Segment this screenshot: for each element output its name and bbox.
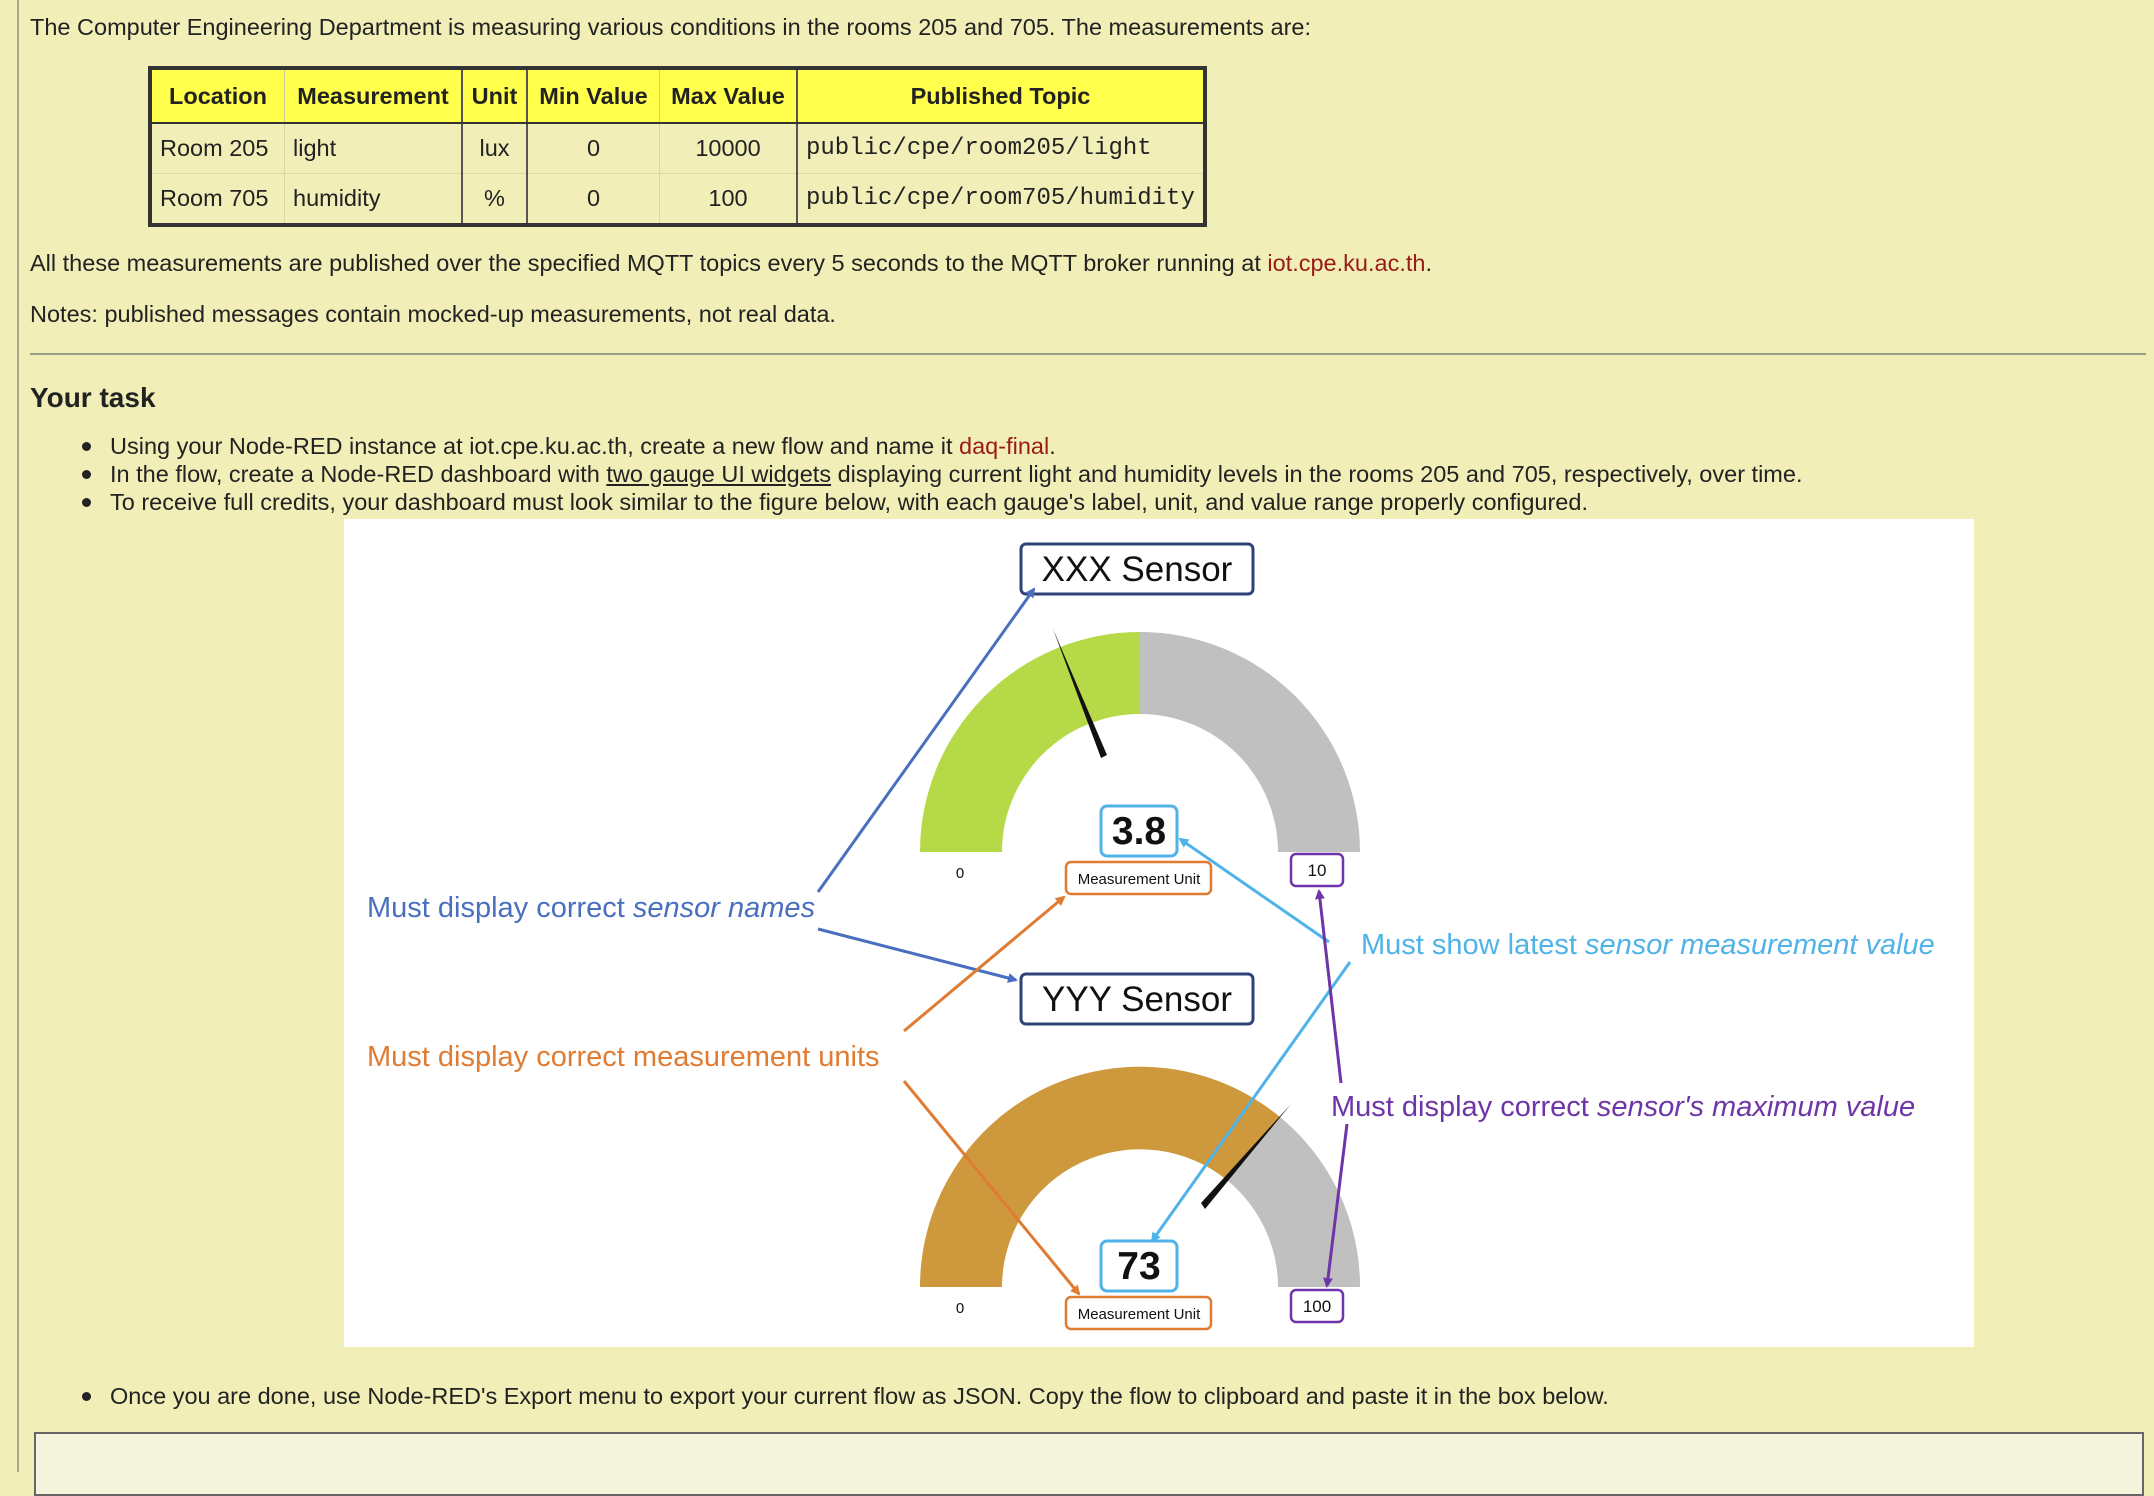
gauge-1-min: 0	[956, 865, 964, 882]
list-item: Using your Node-RED instance at iot.cpe.…	[30, 432, 1802, 460]
cell-measurement: humidity	[284, 173, 463, 226]
arrow-to-gauge-2-title	[817, 927, 1018, 983]
cell-min-value: 0	[526, 173, 660, 226]
header-measurement: Measurement	[284, 67, 463, 124]
list-item: Once you are done, use Node-RED's Export…	[30, 1382, 1609, 1410]
gauge-2-max: 100	[1303, 1297, 1331, 1316]
annotation-maximum-pre: Must display correct	[1331, 1091, 1597, 1123]
intro-text: The Computer Engineering Department is m…	[30, 14, 1312, 40]
annotation-maximum-value: Must display correct sensor's maximum va…	[1331, 1091, 1915, 1123]
annotation-units: Must display correct measurement units	[367, 1041, 880, 1073]
table-header-row: Location Measurement Unit Min Value Max …	[149, 67, 1206, 124]
notes-text: Notes: published messages contain mocked…	[30, 301, 836, 327]
task-list-continued: Once you are done, use Node-RED's Export…	[30, 1382, 1609, 1410]
cell-measurement: light	[284, 122, 463, 174]
header-max-value: Max Value	[659, 67, 798, 124]
task-list: Using your Node-RED instance at iot.cpe.…	[30, 432, 1802, 516]
table-row: Room 205 light lux 0 10000 public/cpe/ro…	[149, 122, 1206, 174]
flow-json-textarea[interactable]	[34, 1432, 2144, 1496]
annotation-sensor-names: Must display correct sensor names	[367, 892, 815, 924]
gauge-2-title: YYY Sensor	[1042, 980, 1232, 1019]
annotation-latest-pre: Must show latest	[1361, 929, 1585, 961]
task-2-underlined: two gauge UI widgets	[606, 461, 832, 487]
arrow-to-gauge-1-max	[1314, 889, 1343, 1084]
cell-topic: public/cpe/room205/light	[796, 122, 1206, 174]
list-item: In the flow, create a Node-RED dashboard…	[30, 460, 1802, 488]
annotation-latest-em: sensor measurement value	[1585, 929, 1935, 961]
gauge-2-value: 73	[1117, 1245, 1160, 1288]
publish-note-text: All these measurements are published ove…	[30, 250, 1268, 276]
task-1-text: Using your Node-RED instance at iot.cpe.…	[110, 433, 960, 459]
annotation-maximum-em: sensor's maximum value	[1597, 1091, 1915, 1123]
dashboard-figure: XXX Sensor 3.8 Measurement Unit 0 10 YYY…	[344, 519, 1974, 1347]
task-1-suffix: .	[1049, 433, 1056, 459]
gauge-1-max: 10	[1308, 861, 1327, 880]
gauge-1: XXX Sensor 3.8 Measurement Unit 0 10	[920, 542, 1360, 896]
cell-unit: lux	[461, 122, 528, 174]
gauge-2-min: 0	[956, 1300, 964, 1317]
publish-note: All these measurements are published ove…	[30, 250, 1432, 277]
gauge-1-value: 3.8	[1112, 810, 1166, 853]
header-unit: Unit	[461, 67, 528, 124]
broker-link[interactable]: iot.cpe.ku.ac.th	[1267, 250, 1425, 276]
cell-location: Room 705	[149, 173, 285, 226]
task-3-text: To receive full credits, your dashboard …	[110, 489, 1588, 515]
annotation-sensor-names-em: sensor names	[633, 892, 815, 924]
cell-min-value: 0	[526, 122, 660, 174]
cell-topic: public/cpe/room705/humidity	[796, 173, 1206, 226]
publish-note-suffix: .	[1425, 250, 1432, 276]
header-min-value: Min Value	[526, 67, 660, 124]
gauge-2-unit: Measurement Unit	[1078, 1306, 1201, 1323]
annotation-latest-value: Must show latest sensor measurement valu…	[1361, 929, 1935, 961]
gauge-1-unit: Measurement Unit	[1078, 871, 1201, 888]
task-2-pre: In the flow, create a Node-RED dashboard…	[110, 461, 607, 487]
flow-name-link[interactable]: daq-final	[959, 433, 1049, 459]
gauge-1-title: XXX Sensor	[1042, 550, 1233, 589]
task-4-text: Once you are done, use Node-RED's Export…	[110, 1383, 1609, 1409]
header-location: Location	[149, 67, 285, 124]
cell-unit: %	[461, 173, 528, 226]
list-item: To receive full credits, your dashboard …	[30, 488, 1802, 516]
section-divider	[30, 353, 2146, 355]
left-page-rule	[17, 0, 19, 1472]
cell-location: Room 205	[149, 122, 285, 174]
header-published-topic: Published Topic	[796, 67, 1206, 124]
table-row: Room 705 humidity % 0 100 public/cpe/roo…	[149, 173, 1206, 226]
annotation-sensor-names-pre: Must display correct	[367, 892, 633, 924]
measurement-table: Location Measurement Unit Min Value Max …	[148, 66, 1207, 227]
task-2-post: displaying current light and humidity le…	[831, 461, 1803, 487]
figure-svg: XXX Sensor 3.8 Measurement Unit 0 10 YYY…	[367, 542, 1935, 1331]
gauge-2: YYY Sensor 73 Measurement Unit 0 100	[919, 972, 1361, 1331]
task-heading: Your task	[30, 382, 156, 413]
cell-max-value: 100	[659, 173, 798, 226]
cell-max-value: 10000	[659, 122, 798, 174]
